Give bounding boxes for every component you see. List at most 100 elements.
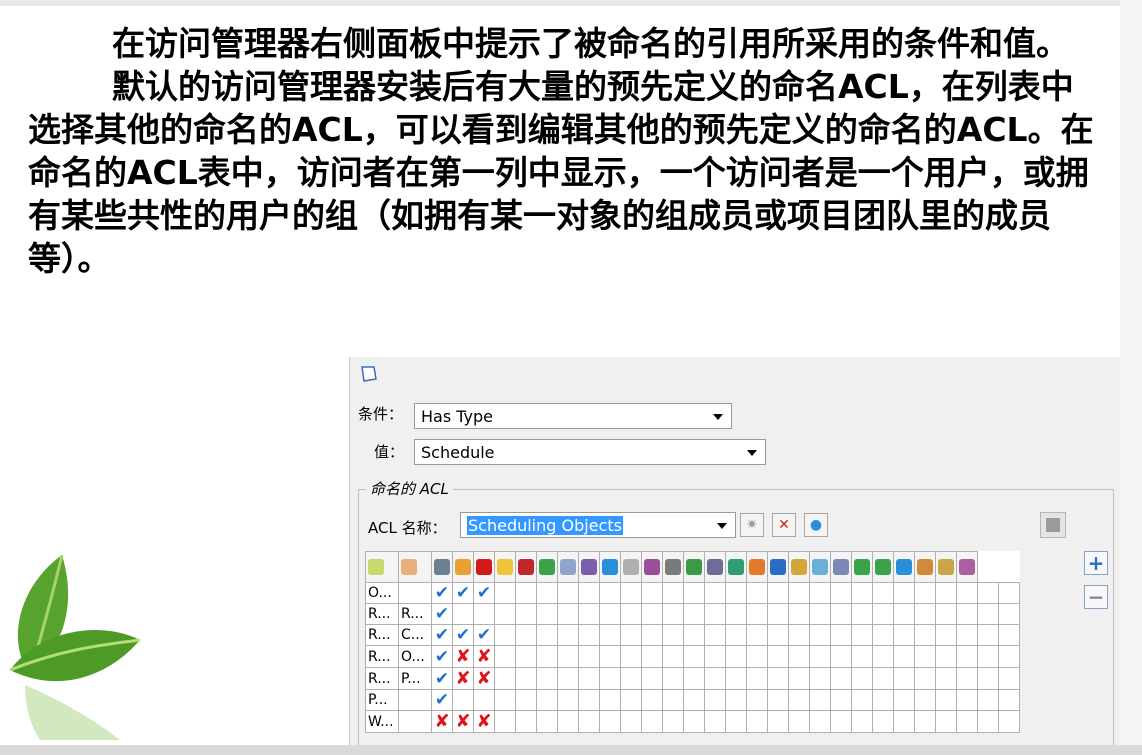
privilege-deny-cell[interactable]: ✘ — [452, 710, 474, 733]
privilege-grant-cell[interactable]: ✔ — [473, 582, 495, 604]
privilege-empty-cell[interactable] — [557, 582, 579, 604]
privilege-empty-cell[interactable] — [578, 689, 600, 711]
privilege-empty-cell[interactable] — [893, 603, 915, 625]
privilege-empty-cell[interactable] — [557, 603, 579, 625]
privilege-empty-cell[interactable] — [599, 603, 621, 625]
privilege-icon-26[interactable] — [956, 551, 978, 583]
accessor-cell[interactable]: O... — [398, 645, 432, 668]
accessor-cell[interactable] — [398, 582, 432, 604]
privilege-empty-cell[interactable] — [641, 645, 663, 668]
privilege-icon-19[interactable] — [809, 551, 831, 583]
privilege-empty-cell[interactable] — [935, 603, 957, 625]
privilege-icon-23[interactable] — [893, 551, 915, 583]
privilege-empty-cell[interactable] — [872, 667, 894, 690]
privilege-empty-cell[interactable] — [746, 603, 768, 625]
privilege-grant-cell[interactable]: ✔ — [431, 667, 453, 690]
privilege-empty-cell[interactable] — [557, 710, 579, 733]
privilege-empty-cell[interactable] — [809, 710, 831, 733]
privilege-empty-cell[interactable] — [872, 689, 894, 711]
privilege-empty-cell[interactable] — [998, 624, 1020, 646]
privilege-empty-cell[interactable] — [998, 582, 1020, 604]
privilege-empty-cell[interactable] — [935, 624, 957, 646]
privilege-empty-cell[interactable] — [998, 689, 1020, 711]
privilege-empty-cell[interactable] — [809, 603, 831, 625]
privilege-empty-cell[interactable] — [683, 667, 705, 690]
accessor-type-cell[interactable]: P... — [365, 689, 399, 711]
privilege-deny-cell[interactable]: ✘ — [431, 710, 453, 733]
accessor-cell[interactable] — [398, 710, 432, 733]
privilege-empty-cell[interactable] — [977, 624, 999, 646]
privilege-empty-cell[interactable] — [557, 645, 579, 668]
privilege-empty-cell[interactable] — [767, 667, 789, 690]
privilege-icon-6[interactable] — [536, 551, 558, 583]
privilege-empty-cell[interactable] — [851, 624, 873, 646]
privilege-empty-cell[interactable] — [662, 624, 684, 646]
privilege-empty-cell[interactable] — [956, 582, 978, 604]
accessor-type-icon[interactable] — [365, 551, 399, 583]
privilege-empty-cell[interactable] — [557, 689, 579, 711]
add-row-button[interactable]: + — [1084, 551, 1108, 575]
privilege-empty-cell[interactable] — [599, 689, 621, 711]
privilege-empty-cell[interactable] — [494, 710, 516, 733]
privilege-icon-5[interactable] — [515, 551, 537, 583]
privilege-empty-cell[interactable] — [788, 645, 810, 668]
privilege-empty-cell[interactable] — [809, 624, 831, 646]
privilege-empty-cell[interactable] — [536, 645, 558, 668]
privilege-empty-cell[interactable] — [893, 582, 915, 604]
privilege-empty-cell[interactable] — [809, 667, 831, 690]
privilege-empty-cell[interactable] — [914, 667, 936, 690]
privilege-grant-cell[interactable]: ✔ — [452, 582, 474, 604]
privilege-empty-cell[interactable] — [662, 667, 684, 690]
privilege-empty-cell[interactable] — [557, 624, 579, 646]
privilege-empty-cell[interactable] — [599, 645, 621, 668]
privilege-empty-cell[interactable] — [935, 582, 957, 604]
privilege-empty-cell[interactable] — [746, 667, 768, 690]
privilege-empty-cell[interactable] — [536, 689, 558, 711]
privilege-empty-cell[interactable] — [788, 689, 810, 711]
accessor-type-cell[interactable]: R... — [365, 645, 399, 668]
privilege-empty-cell[interactable] — [998, 645, 1020, 668]
privilege-empty-cell[interactable] — [746, 624, 768, 646]
privilege-empty-cell[interactable] — [662, 582, 684, 604]
privilege-deny-cell[interactable]: ✘ — [473, 710, 495, 733]
privilege-empty-cell[interactable] — [494, 645, 516, 668]
privilege-empty-cell[interactable] — [494, 603, 516, 625]
privilege-icon-2[interactable] — [452, 551, 474, 583]
privilege-empty-cell[interactable] — [620, 603, 642, 625]
privilege-empty-cell[interactable] — [683, 624, 705, 646]
new-acl-button[interactable]: ✷ — [740, 513, 764, 537]
privilege-empty-cell[interactable] — [746, 645, 768, 668]
privilege-empty-cell[interactable] — [998, 667, 1020, 690]
privilege-empty-cell[interactable] — [914, 645, 936, 668]
privilege-empty-cell[interactable] — [704, 667, 726, 690]
privilege-icon-3[interactable] — [473, 551, 495, 583]
privilege-empty-cell[interactable] — [872, 710, 894, 733]
privilege-icon-20[interactable] — [830, 551, 852, 583]
privilege-empty-cell[interactable] — [830, 582, 852, 604]
privilege-empty-cell[interactable] — [515, 603, 537, 625]
privilege-empty-cell[interactable] — [683, 603, 705, 625]
privilege-empty-cell[interactable] — [641, 603, 663, 625]
delete-acl-button[interactable]: ✕ — [772, 513, 796, 537]
acl-row[interactable]: W... ✘ ✘ ✘ — [365, 710, 1020, 733]
privilege-empty-cell[interactable] — [725, 645, 747, 668]
privilege-empty-cell[interactable] — [641, 667, 663, 690]
privilege-empty-cell[interactable] — [893, 645, 915, 668]
privilege-empty-cell[interactable] — [683, 710, 705, 733]
privilege-empty-cell[interactable] — [788, 667, 810, 690]
privilege-empty-cell[interactable] — [977, 710, 999, 733]
privilege-empty-cell[interactable] — [809, 645, 831, 668]
privilege-deny-cell[interactable]: ✘ — [452, 667, 474, 690]
privilege-empty-cell[interactable] — [830, 603, 852, 625]
privilege-empty-cell[interactable] — [830, 689, 852, 711]
privilege-empty-cell[interactable] — [620, 624, 642, 646]
privilege-empty-cell[interactable] — [683, 582, 705, 604]
privilege-empty-cell[interactable] — [704, 645, 726, 668]
privilege-grant-cell[interactable]: ✔ — [431, 582, 453, 604]
privilege-empty-cell[interactable] — [641, 689, 663, 711]
privilege-empty-cell[interactable] — [956, 603, 978, 625]
privilege-empty-cell[interactable] — [599, 582, 621, 604]
privilege-grant-cell[interactable]: ✔ — [431, 603, 453, 625]
acl-name-select[interactable]: Scheduling Objects — [460, 512, 736, 538]
accessor-cell[interactable]: P... — [398, 667, 432, 690]
